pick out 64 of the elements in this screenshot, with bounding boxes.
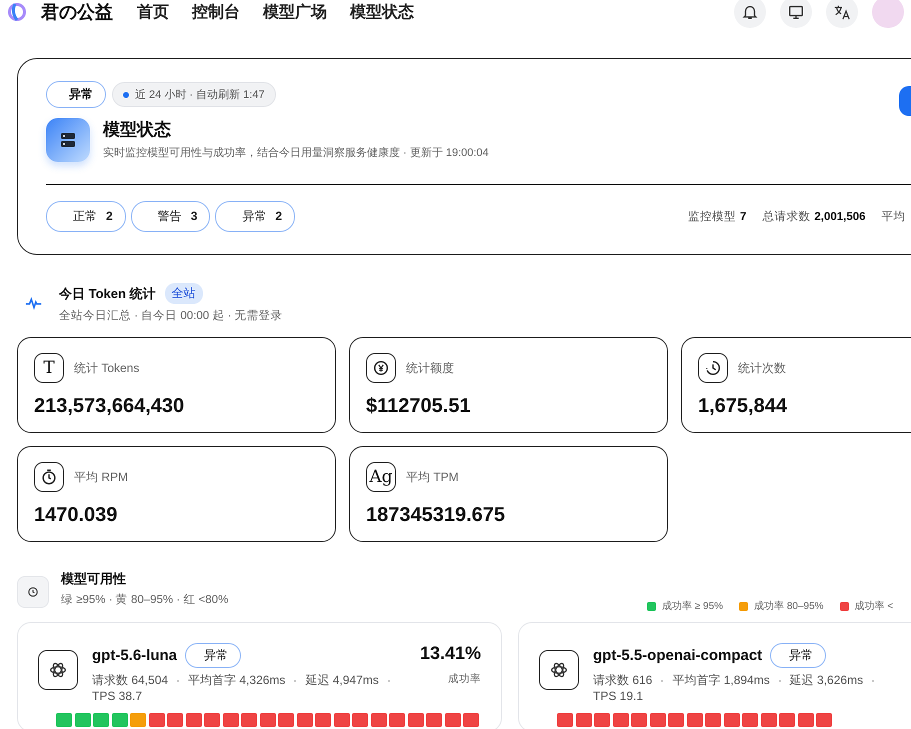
model-name: gpt-5.6-luna [92, 647, 177, 664]
stat-label: 统计次数 [738, 360, 786, 376]
yen-coin-icon [366, 353, 396, 383]
model-name: gpt-5.5-openai-compact [593, 647, 762, 664]
stat-value: 187345319.675 [366, 504, 506, 527]
stat-icon: T [34, 353, 64, 383]
stat-value: 1,675,844 [698, 395, 788, 418]
section-title: 今日 Token 统计 [59, 284, 156, 302]
knot-logo-icon [539, 650, 579, 690]
refresh-indicator: 近 24 小时 · 自动刷新 1:47 [112, 82, 276, 107]
stat-label: 统计 Tokens [74, 360, 140, 376]
section-title: 模型可用性 [61, 570, 127, 588]
summary-stat: 平均 [882, 210, 906, 224]
server-icon [46, 118, 90, 162]
section-subtitle: 全站今日汇总 · 自今日 00:00 起 · 无需登录 [59, 308, 283, 323]
translate-icon [833, 3, 851, 21]
stat-label: 统计额度 [406, 360, 454, 376]
monitor-button[interactable] [780, 0, 812, 28]
model-stat: 请求数 64,504 [92, 672, 168, 689]
success-rate-label: 成功率 [447, 672, 481, 686]
nav-link[interactable]: 模型状态 [350, 2, 414, 22]
clock-icon [17, 576, 49, 608]
stat-value: $112705.51 [366, 395, 472, 418]
model-stat: 请求数 616 [593, 672, 652, 689]
translate-button[interactable] [826, 0, 858, 28]
scope-tag: 全站 [164, 283, 203, 304]
stat-value: 1470.039 [34, 504, 118, 527]
page-title: 模型状态 [103, 119, 172, 141]
status-filter[interactable]: 正常 2 [46, 201, 126, 232]
status-filter[interactable]: 警告 3 [130, 201, 210, 232]
bell-icon [741, 3, 759, 21]
site-brand[interactable]: 君の公益 [41, 0, 113, 24]
nav-link[interactable]: 首页 [137, 2, 169, 22]
model-stat: 延迟 3,626ms [790, 672, 864, 689]
legend-label: 成功率 80–95% [754, 600, 824, 613]
nav-link[interactable]: 控制台 [192, 2, 240, 22]
success-rate: 13.41% [420, 643, 481, 664]
nav-link[interactable]: 模型广场 [263, 2, 327, 22]
clock-icon [698, 353, 728, 383]
section-subtitle: 绿 ≥95% · 黄 80–95% · 红 <80% [61, 592, 228, 607]
stopwatch-icon [34, 462, 64, 492]
knot-logo-icon [38, 650, 78, 690]
stat-value: 213,573,664,430 [34, 395, 186, 418]
model-card[interactable]: gpt-5.5-openai-compact 异常 请求数 616 平均首字 1,894ms 延迟 3,626ms TPS 19.1 [518, 622, 911, 729]
model-stat: 延迟 4,947ms [305, 672, 379, 689]
status-filter[interactable]: 异常 2 [215, 201, 296, 232]
stat-icon: Ag [366, 462, 396, 492]
notification-button[interactable] [734, 0, 766, 28]
stat-label: 平均 TPM [406, 468, 459, 486]
legend-label: 成功率 ≥ 95% [662, 600, 724, 613]
model-stat: 平均首字 4,326ms [188, 672, 286, 689]
status-badge: 异常 [185, 643, 241, 668]
model-stat: 平均首字 1,894ms [672, 672, 770, 689]
model-tps: TPS 19.1 [593, 689, 644, 703]
model-card[interactable]: gpt-5.6-luna 异常 请求数 64,504 平均首字 4,326ms 延迟 4,947ms TPS 38.7 13.41% 成功率 [17, 622, 502, 729]
model-tps: TPS 38.7 [92, 689, 144, 703]
summary-stat: 监控模型 7 [688, 210, 746, 224]
stat-label: 平均 RPM [74, 468, 128, 486]
monitor-icon [787, 3, 805, 21]
page-subtitle: 实时监控模型可用性与成功率，结合今日用量洞察服务健康度 · 更新于 19:00:04 [103, 146, 489, 160]
legend-label: 成功率 < [854, 600, 894, 613]
status-badge: 异常 [46, 81, 106, 108]
status-badge: 异常 [770, 643, 826, 668]
summary-stat: 总请求数 2,001,506 [762, 210, 866, 224]
